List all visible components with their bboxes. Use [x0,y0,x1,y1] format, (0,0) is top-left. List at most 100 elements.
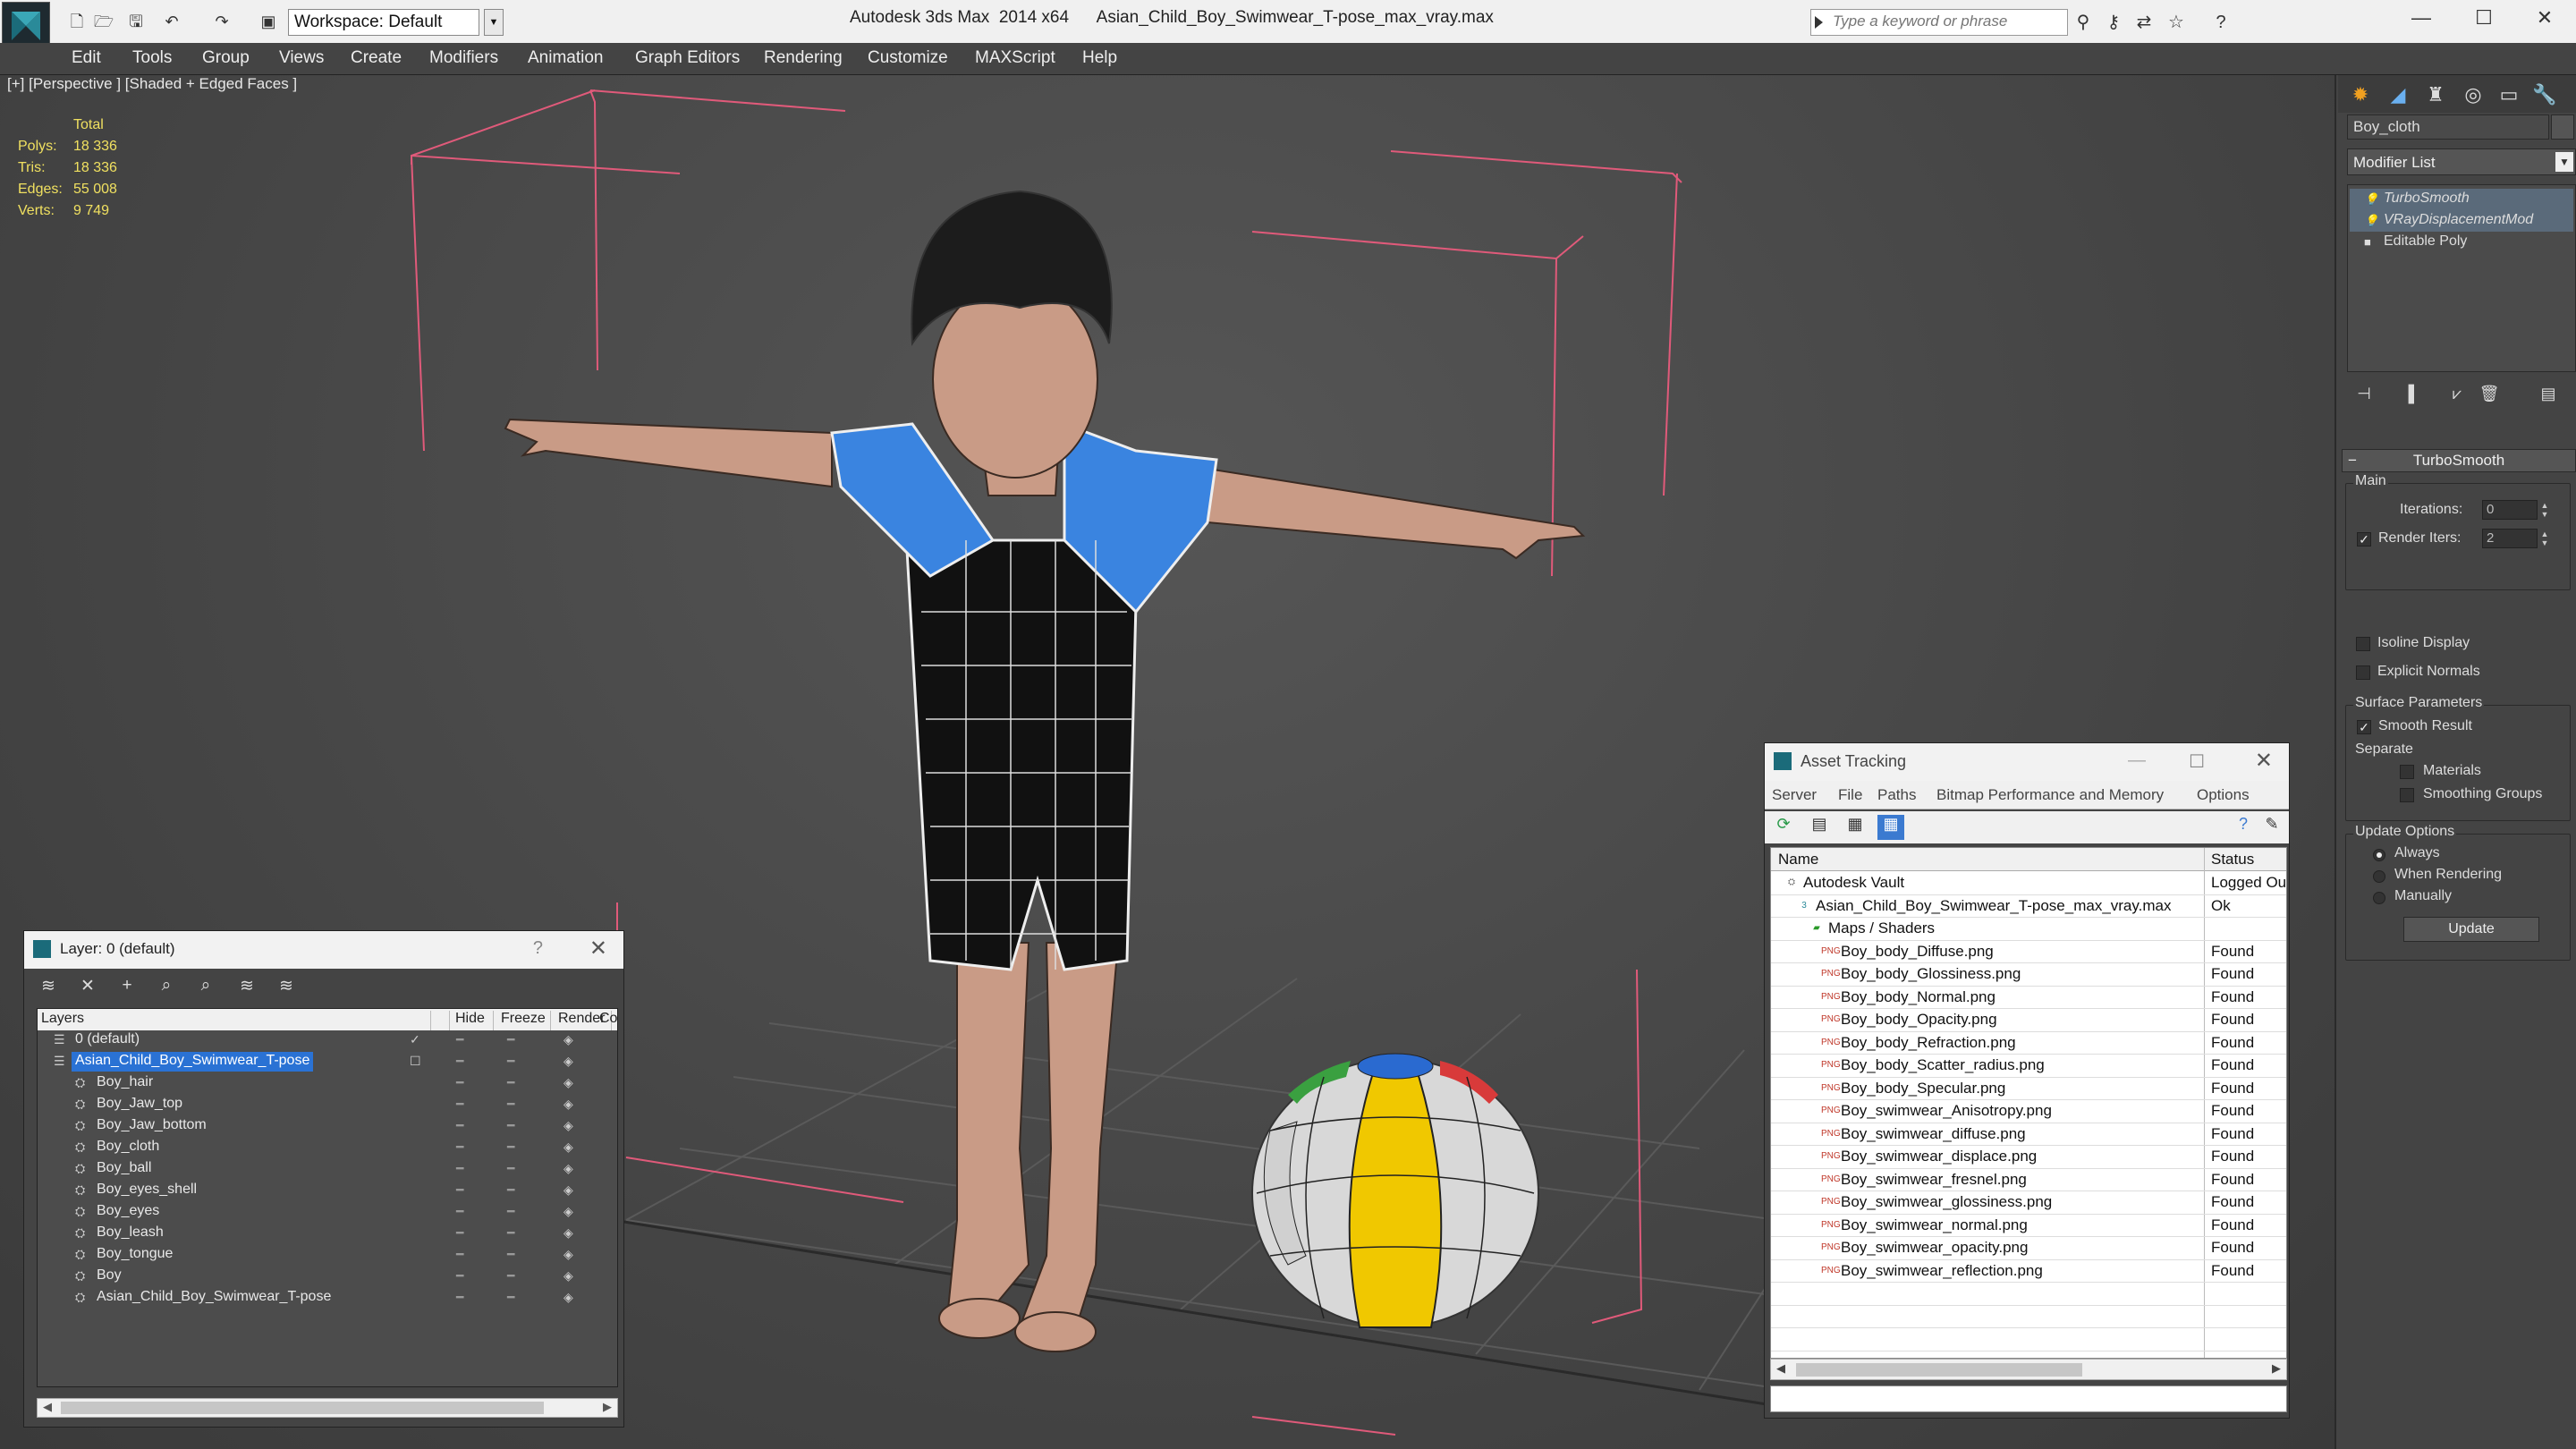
explicit-normals-checkbox[interactable] [2356,665,2370,680]
refresh-icon[interactable]: ⟳ [1770,815,1797,840]
object-color-swatch[interactable] [2551,114,2574,140]
project-folder-icon[interactable]: ▣ [258,11,279,32]
hide-toggle[interactable]: ━ [456,1247,463,1262]
menu-create[interactable]: Create [351,48,402,68]
layer-name[interactable]: 0 (default) [72,1030,143,1050]
layer-name[interactable]: Boy_Jaw_top [93,1095,186,1114]
layer-name[interactable]: Boy_cloth [93,1138,163,1157]
asset-row[interactable]: PNG Boy_body_Scatter_radius.png Found [1771,1055,2286,1078]
freeze-toggle[interactable]: ━ [507,1204,514,1219]
exchange-icon[interactable]: ⇄ [2132,11,2156,34]
object-name-field[interactable]: Boy_cloth [2347,114,2549,140]
layer-row[interactable]: ⛭ Boy_cloth ━ ━ ◈ [38,1138,617,1159]
freeze-toggle[interactable]: ━ [507,1118,514,1133]
workspace-dropdown[interactable]: Workspace: Default ▼ [288,9,504,36]
layer-name[interactable]: Boy_Jaw_bottom [93,1116,210,1136]
favorites-star-icon[interactable]: ☆ [2165,11,2188,34]
render-teapot-icon[interactable]: ◈ [564,1161,573,1176]
undo-icon[interactable]: ↶ [161,11,182,32]
turbosmooth-rollout-header[interactable]: − TurboSmooth [2342,449,2576,472]
render-teapot-icon[interactable]: ◈ [564,1075,573,1090]
render-teapot-icon[interactable]: ◈ [564,1182,573,1198]
delete-layer-icon[interactable]: ✕ [74,976,101,1001]
render-teapot-icon[interactable]: ◈ [564,1118,573,1133]
asset-row[interactable]: PNG Boy_swimwear_Anisotropy.png Found [1771,1100,2286,1123]
menu-help[interactable]: Help [1082,48,1117,68]
remove-modifier-icon[interactable]: 🗑 [2476,385,2503,410]
freeze-toggle[interactable]: ━ [507,1097,514,1112]
stack-item-turbosmooth[interactable]: 💡 TurboSmooth [2350,189,2573,210]
asset-row[interactable]: PNG Boy_swimwear_fresnel.png Found [1771,1169,2286,1191]
layer-row[interactable]: ⛭ Boy_Jaw_bottom ━ ━ ◈ [38,1116,617,1138]
help-search[interactable] [1810,9,2068,36]
search-input[interactable] [1833,10,2065,33]
hide-toggle[interactable]: ━ [456,1140,463,1155]
help-icon[interactable]: ? [2209,11,2233,34]
scroll-thumb[interactable] [1796,1363,2082,1377]
asset-row[interactable]: PNG Boy_swimwear_displace.png Found [1771,1146,2286,1169]
asset-row[interactable]: PNG Boy_swimwear_normal.png Found [1771,1215,2286,1237]
stack-item-editable-poly[interactable]: ■ Editable Poly [2350,232,2573,253]
hide-toggle[interactable]: ━ [456,1118,463,1133]
thumbnail-view-icon[interactable]: ▦ [1842,815,1868,840]
redo-icon[interactable]: ↷ [211,11,233,32]
menu-rendering[interactable]: Rendering [764,48,843,68]
menu-edit[interactable]: Edit [72,48,101,68]
menu-file[interactable]: File [1838,786,1862,804]
layer-name[interactable]: Boy_leash [93,1224,167,1243]
asset-row[interactable]: PNG Boy_swimwear_diffuse.png Found [1771,1123,2286,1146]
pin-stack-icon[interactable]: ⊣ [2351,385,2377,410]
scroll-right-icon[interactable]: ▶ [603,1400,612,1414]
column-header-hide[interactable]: Hide [449,1011,494,1030]
freeze-toggle[interactable]: ━ [507,1268,514,1284]
render-iters-spinner[interactable]: 2 ▲ ▼ [2482,529,2548,548]
layer-name[interactable]: Boy [93,1267,125,1286]
hide-toggle[interactable]: ━ [456,1268,463,1284]
maximize-icon[interactable]: ☐ [2189,750,2205,773]
lightbulb-icon[interactable]: 💡 [2364,214,2378,228]
menu-paths[interactable]: Paths [1877,786,1916,804]
update-button[interactable]: Update [2403,917,2539,942]
layer-name[interactable]: Boy_eyes_shell [93,1181,200,1200]
layer-dialog-titlebar[interactable]: Layer: 0 (default) ? ✕ [24,931,623,969]
asset-row[interactable]: PNG Boy_swimwear_reflection.png Found [1771,1260,2286,1283]
show-end-result-icon[interactable]: ▌ [2401,385,2428,410]
expand-arrow-icon[interactable] [1815,16,1823,29]
freeze-toggle[interactable]: ━ [507,1247,514,1262]
layer-name[interactable]: Boy_eyes [93,1202,163,1222]
render-teapot-icon[interactable]: ◈ [564,1290,573,1305]
menu-bitmap-performance[interactable]: Bitmap Performance and Memory [1936,786,2164,804]
hide-toggle[interactable]: ━ [456,1182,463,1198]
menu-group[interactable]: Group [202,48,250,68]
freeze-toggle[interactable]: ━ [507,1140,514,1155]
column-header-freeze[interactable]: Freeze [496,1011,551,1030]
menu-views[interactable]: Views [279,48,324,68]
smoothing-groups-checkbox[interactable] [2400,788,2414,802]
smooth-result-checkbox[interactable]: ✓ [2357,720,2371,734]
freeze-toggle[interactable]: ━ [507,1075,514,1090]
render-iters-checkbox[interactable]: ✓ [2357,532,2371,547]
layer-row[interactable]: ☰ 0 (default) ━ ━ ◈ ✓ [38,1030,617,1052]
viewport-label[interactable]: [+] [Perspective ] [Shaded + Edged Faces… [7,75,297,93]
motion-tab-icon[interactable]: ◎ [2456,80,2490,109]
layer-row[interactable]: ⛭ Boy_leash ━ ━ ◈ [38,1224,617,1245]
close-icon[interactable]: ✕ [2255,748,2273,774]
freeze-toggle[interactable]: ━ [507,1161,514,1176]
freeze-toggle[interactable]: ━ [507,1290,514,1305]
asset-row[interactable]: PNG Boy_body_Diffuse.png Found [1771,941,2286,963]
highlight-icon[interactable]: ✎ [2258,815,2285,840]
maximize-button[interactable]: ☐ [2453,0,2515,38]
materials-checkbox[interactable] [2400,765,2414,779]
menu-customize[interactable]: Customize [868,48,948,68]
render-teapot-icon[interactable]: ◈ [564,1204,573,1219]
spinner-arrows-icon[interactable]: ▲ ▼ [2538,530,2551,547]
lightbulb-icon[interactable]: 💡 [2364,192,2378,207]
render-teapot-icon[interactable]: ◈ [564,1247,573,1262]
open-file-icon[interactable]: 🗁 [93,11,114,32]
new-layer-icon[interactable]: ≋ [35,976,62,1001]
layer-row[interactable]: ⛭ Boy_eyes_shell ━ ━ ◈ [38,1181,617,1202]
asset-row[interactable]: PNG Boy_body_Refraction.png Found [1771,1032,2286,1055]
asset-path-field[interactable] [1770,1385,2287,1412]
layer-name[interactable]: Boy_hair [93,1073,157,1093]
close-icon[interactable]: ✕ [589,936,607,962]
